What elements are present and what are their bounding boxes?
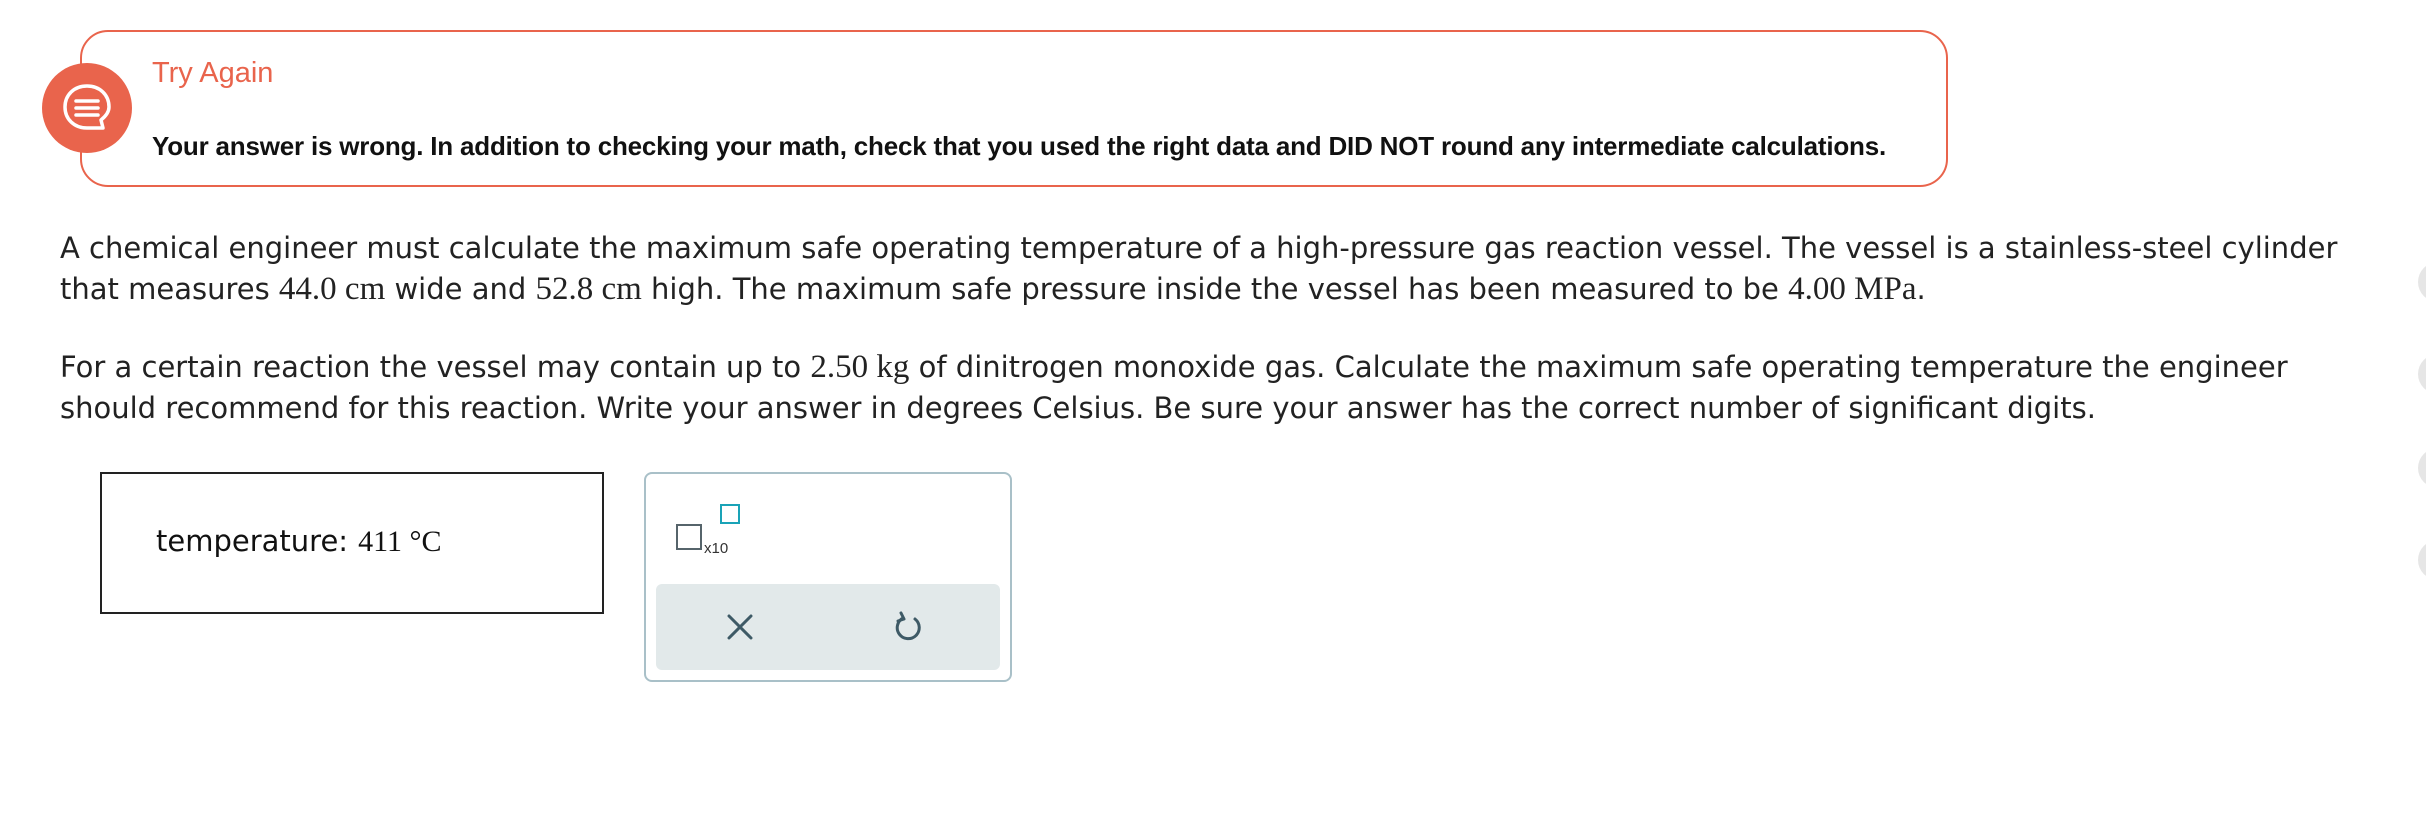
close-icon [727, 614, 753, 640]
undo-button[interactable] [886, 605, 930, 649]
height-value: 52.8 cm [535, 271, 642, 307]
feedback-title: Try Again [152, 57, 274, 89]
clear-button[interactable] [718, 605, 762, 649]
pressure-value: 4.00 MPa [1788, 271, 1917, 307]
width-value: 44.0 cm [278, 271, 386, 307]
problem-text: . [1916, 272, 1926, 306]
problem-text: high. The maximum safe pressure inside t… [641, 272, 1789, 306]
chat-bubble-icon [42, 63, 132, 153]
feedback-message: Your answer is wrong. In addition to che… [152, 131, 1887, 161]
math-palette: x10 [644, 472, 1012, 682]
side-nav-dot[interactable] [2418, 262, 2426, 302]
palette-action-bar [656, 584, 1000, 670]
problem-text: For a certain reaction the vessel may co… [60, 350, 811, 384]
base-box-icon [676, 524, 702, 550]
answer-value[interactable]: 411 °C [358, 525, 441, 558]
answer-field[interactable]: temperature: 411 °C [156, 524, 441, 559]
side-nav-dot[interactable] [2418, 448, 2426, 488]
problem-text: wide and [385, 272, 536, 306]
mass-value: 2.50 kg [810, 349, 910, 385]
answer-label: temperature: [156, 524, 349, 558]
side-nav-dot[interactable] [2418, 540, 2426, 580]
side-nav-dot[interactable] [2418, 354, 2426, 394]
feedback-banner [42, 30, 1948, 187]
undo-icon [895, 611, 921, 641]
scientific-notation-button[interactable]: x10 [676, 504, 746, 560]
exponent-box-icon [720, 504, 740, 524]
answer-input-box[interactable]: temperature: 411 °C [100, 472, 604, 614]
problem-paragraph-1: A chemical engineer must calculate the m… [60, 228, 2350, 310]
x10-label: x10 [704, 540, 729, 557]
problem-paragraph-2: For a certain reaction the vessel may co… [60, 347, 2350, 429]
